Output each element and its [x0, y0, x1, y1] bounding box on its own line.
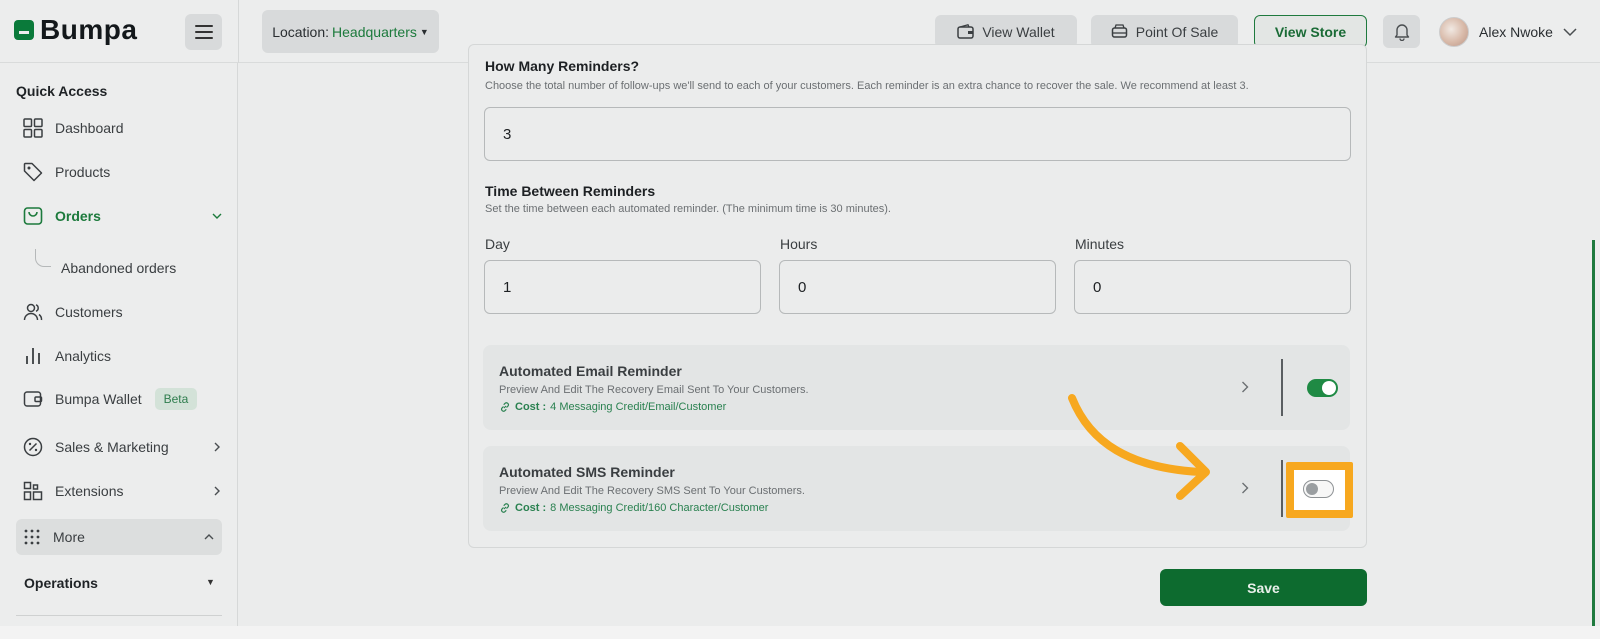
link-icon [501, 402, 509, 412]
annotation-arrow-icon [1068, 394, 1210, 500]
beta-badge: Beta [154, 388, 198, 410]
hours-input[interactable]: 0 [779, 260, 1056, 314]
sidebar-item-label: Customers [55, 304, 123, 320]
app-shell: Bumpa Location: Headquarters ▼ View Wall… [0, 0, 1600, 626]
divider [16, 615, 222, 616]
email-reminder-toggle[interactable] [1307, 379, 1338, 397]
user-menu[interactable]: Alex Nwoke [1439, 17, 1577, 47]
tag-icon [23, 162, 43, 182]
bar-chart-icon [26, 348, 40, 364]
menu-icon-bar [194, 25, 213, 27]
cost-value: 4 Messaging Credit/Email/Customer [550, 401, 727, 413]
operations-heading[interactable]: Operations [24, 575, 98, 591]
minutes-label: Minutes [1075, 236, 1125, 252]
sidebar-item-more[interactable]: More [16, 519, 222, 555]
notifications-button[interactable] [1383, 15, 1420, 48]
location-selector[interactable]: Location: Headquarters ▼ [262, 10, 439, 53]
bell-icon [1394, 24, 1409, 41]
divider [1281, 460, 1283, 517]
minutes-input[interactable]: 0 [1074, 260, 1351, 314]
caret-down-icon: ▼ [419, 26, 429, 37]
sidebar-item-label: Products [55, 164, 111, 180]
sidebar-item-label: Orders [55, 208, 101, 224]
email-reminder-cost: Cost : 4 Messaging Credit/Email/Customer [499, 401, 726, 413]
time-between-description: Set the time between each automated remi… [485, 203, 891, 215]
save-button[interactable]: Save [1160, 569, 1367, 606]
chevron-right-icon[interactable] [1239, 482, 1251, 494]
reminders-count-input[interactable]: 3 [484, 107, 1351, 161]
dashboard-icon [23, 118, 43, 138]
toggle-knob [1322, 381, 1336, 395]
grid-dots-icon [24, 529, 40, 545]
highlight-box [1286, 462, 1353, 518]
chevron-right-icon [214, 486, 220, 496]
chevron-down-icon [212, 213, 222, 219]
cost-label: Cost : [515, 401, 547, 413]
sidebar-item-extensions[interactable]: Extensions [22, 480, 222, 502]
sidebar-item-label: Analytics [55, 348, 112, 364]
view-wallet-label: View Wallet [982, 23, 1055, 40]
view-store-label: View Store [1274, 23, 1347, 40]
email-reminder-description: Preview And Edit The Recovery Email Sent… [499, 384, 809, 396]
cost-label: Cost : [515, 502, 547, 514]
users-icon [23, 303, 43, 321]
bumpa-logo-icon [14, 20, 34, 40]
tree-connector [35, 249, 51, 267]
menu-icon-bar [194, 37, 213, 39]
scrollbar[interactable] [1592, 240, 1595, 626]
divider [1281, 359, 1283, 416]
sidebar-item-label: Sales & Marketing [55, 439, 169, 455]
sms-reminder-cost: Cost : 8 Messaging Credit/160 Character/… [499, 502, 768, 514]
menu-icon-bar [194, 31, 213, 33]
sidebar-item-orders[interactable]: Orders [22, 205, 222, 227]
brand-name: Bumpa [40, 14, 138, 45]
avatar [1439, 17, 1469, 47]
sms-reminder-title: Automated SMS Reminder [499, 464, 675, 480]
percent-icon [23, 437, 43, 457]
location-value: Headquarters [332, 23, 417, 40]
sidebar-item-bumpa-wallet[interactable]: Bumpa Wallet Beta [22, 388, 222, 410]
toggle-knob [1306, 482, 1318, 495]
chevron-down-icon [1563, 27, 1577, 36]
window-bottom-strip [0, 626, 1600, 639]
reminders-count-description: Choose the total number of follow-ups we… [485, 80, 1249, 92]
sidebar-item-label: More [53, 529, 85, 545]
sidebar-item-products[interactable]: Products [22, 161, 222, 183]
divider [238, 0, 239, 63]
sidebar-item-analytics[interactable]: Analytics [22, 345, 222, 367]
location-label: Location: [272, 23, 330, 40]
sidebar-item-dashboard[interactable]: Dashboard [22, 117, 222, 139]
sidebar-subitem-abandoned-orders[interactable]: Abandoned orders [61, 260, 176, 276]
wallet-icon [23, 391, 43, 407]
brand-logo[interactable]: Bumpa [14, 16, 137, 44]
wallet-icon [957, 24, 975, 39]
chevron-right-icon[interactable] [1239, 381, 1251, 393]
link-icon [501, 503, 509, 513]
sidebar-item-customers[interactable]: Customers [22, 301, 222, 323]
shopping-bag-icon [23, 207, 43, 225]
sidebar-item-label: Dashboard [55, 120, 124, 136]
hours-label: Hours [780, 236, 818, 252]
chevron-right-icon [214, 442, 220, 452]
sidebar-item-sales-marketing[interactable]: Sales & Marketing [22, 436, 222, 458]
day-input[interactable]: 1 [484, 260, 761, 314]
user-name: Alex Nwoke [1479, 24, 1553, 40]
extensions-icon [23, 481, 43, 501]
sidebar-item-label: Bumpa Wallet [55, 391, 142, 407]
pos-icon [1111, 24, 1127, 38]
time-between-heading: Time Between Reminders [485, 183, 656, 199]
sidebar: Quick Access Dashboard Products Orders A… [0, 63, 238, 626]
point-of-sale-label: Point Of Sale [1135, 23, 1219, 40]
hamburger-menu-button[interactable] [185, 14, 222, 50]
quick-access-heading: Quick Access [16, 83, 108, 99]
chevron-up-icon [204, 534, 214, 540]
cost-value: 8 Messaging Credit/160 Character/Custome… [550, 502, 769, 514]
reminders-count-heading: How Many Reminders? [485, 58, 640, 74]
sidebar-item-label: Extensions [55, 483, 124, 499]
caret-down-icon[interactable]: ▼ [206, 577, 215, 587]
email-reminder-title: Automated Email Reminder [499, 363, 682, 379]
sms-reminder-description: Preview And Edit The Recovery SMS Sent T… [499, 485, 805, 497]
day-label: Day [485, 236, 510, 252]
sms-reminder-toggle[interactable] [1303, 480, 1334, 498]
